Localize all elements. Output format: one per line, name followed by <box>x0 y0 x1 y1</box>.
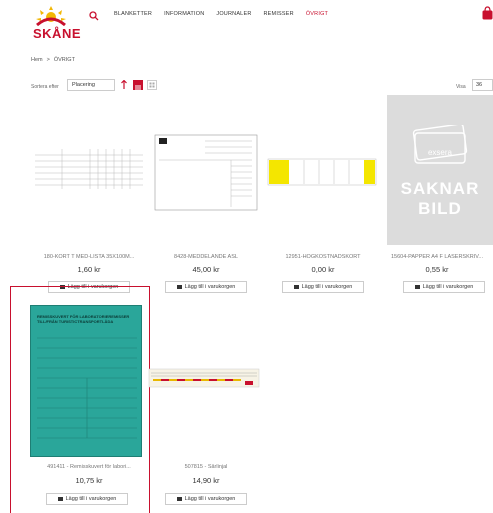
cart-icon <box>414 285 420 289</box>
product-image[interactable] <box>147 305 265 425</box>
breadcrumb-current: ÖVRIGT <box>53 57 75 63</box>
product-card: 12951-HÖGKOSTNADSKORT 0,00 kr Lägg till … <box>264 125 382 295</box>
cart-icon <box>176 497 182 501</box>
product-price: 45,00 kr <box>192 265 220 274</box>
product-card: 8428-MEDDELANDE ASL 45,00 kr Lägg till i… <box>147 125 265 295</box>
product-price: 0,00 kr <box>311 265 335 274</box>
placeholder-text-line-1: SAKNAR <box>400 179 480 198</box>
add-to-cart-button[interactable]: Lägg till i varukorgen <box>165 493 247 505</box>
grid-view-icon[interactable] <box>147 80 157 90</box>
product-price: 14,90 kr <box>192 476 220 485</box>
add-to-cart-label: Lägg till i varukorgen <box>65 496 117 502</box>
product-price: 10,75 kr <box>75 476 103 485</box>
product-name[interactable]: 8428-MEDDELANDE ASL <box>147 254 265 260</box>
cart-icon <box>293 285 299 289</box>
product-price: 0,55 kr <box>425 265 449 274</box>
nav-remisser[interactable]: REMISSER <box>264 11 294 17</box>
product-image[interactable]: REMISSKUVERT FÖR LABORATORIEREMISSER TIL… <box>30 305 142 457</box>
add-to-cart-label: Lägg till i varukorgen <box>184 284 236 290</box>
cards-icon <box>412 125 468 164</box>
breadcrumb-home[interactable]: Hem <box>31 57 43 63</box>
nav-blanketter[interactable]: BLANKETTER <box>114 11 152 17</box>
breadcrumb: Hem > ÖVRIGT <box>31 57 75 63</box>
logo-text: SKÅNE <box>33 26 82 41</box>
breadcrumb-separator: > <box>46 57 50 63</box>
placeholder-brand: exsera <box>427 148 452 157</box>
placeholder-text-line-2: BILD <box>418 199 462 218</box>
sort-direction-arrow-icon[interactable] <box>121 80 127 90</box>
show-label: Visa <box>456 84 466 90</box>
product-name[interactable]: 491411 - Remisskuvert för labori... <box>30 464 148 470</box>
add-to-cart-button[interactable]: Lägg till i varukorgen <box>403 281 485 293</box>
sort-select[interactable]: Placering <box>67 79 115 91</box>
add-to-cart-button[interactable]: Lägg till i varukorgen <box>282 281 364 293</box>
product-card: 507815 - Sårlinjal 14,90 kr Lägg till i … <box>147 305 265 510</box>
nav-journaler[interactable]: JOURNALER <box>216 11 251 17</box>
product-name[interactable]: 15604-PAPPER A4 F LASERSKRIV... <box>381 254 493 260</box>
add-to-cart-label: Lägg till i varukorgen <box>184 496 236 502</box>
cart-icon <box>57 497 63 501</box>
product-name[interactable]: 180-KORT T MED-LISTA 35X100M... <box>30 254 148 260</box>
add-to-cart-button[interactable]: Lägg till i varukorgen <box>165 281 247 293</box>
product-card: exsera SAKNAR BILD 15604-PAPPER A4 F LAS… <box>381 95 493 295</box>
sort-label: Sortera efter <box>31 84 59 90</box>
product-card: 180-KORT T MED-LISTA 35X100M... 1,60 kr … <box>30 125 148 295</box>
main-nav: BLANKETTER INFORMATION JOURNALER REMISSE… <box>114 11 328 17</box>
product-name[interactable]: 12951-HÖGKOSTNADSKORT <box>264 254 382 260</box>
product-image-placeholder[interactable]: exsera SAKNAR BILD <box>387 95 493 245</box>
product-image-heading: REMISSKUVERT FÖR LABORATORIEREMISSER TIL… <box>37 314 130 324</box>
add-to-cart-label: Lägg till i varukorgen <box>422 284 474 290</box>
product-card: REMISSKUVERT FÖR LABORATORIEREMISSER TIL… <box>30 305 148 510</box>
cart-icon <box>176 285 182 289</box>
list-view-icon[interactable] <box>133 80 143 91</box>
nav-information[interactable]: INFORMATION <box>164 11 204 17</box>
cart-icon[interactable] <box>482 6 493 20</box>
add-to-cart-button[interactable]: Lägg till i varukorgen <box>46 493 128 505</box>
product-price: 1,60 kr <box>77 265 101 274</box>
product-name[interactable]: 507815 - Sårlinjal <box>147 464 265 470</box>
add-to-cart-label: Lägg till i varukorgen <box>301 284 353 290</box>
nav-ovrigt[interactable]: ÖVRIGT <box>306 11 328 17</box>
envelope-form-lines <box>37 337 137 439</box>
show-select[interactable]: 36 <box>472 79 493 91</box>
product-image[interactable] <box>264 125 382 245</box>
search-icon[interactable] <box>89 11 99 21</box>
product-image[interactable] <box>30 125 148 245</box>
product-image[interactable] <box>147 125 265 245</box>
